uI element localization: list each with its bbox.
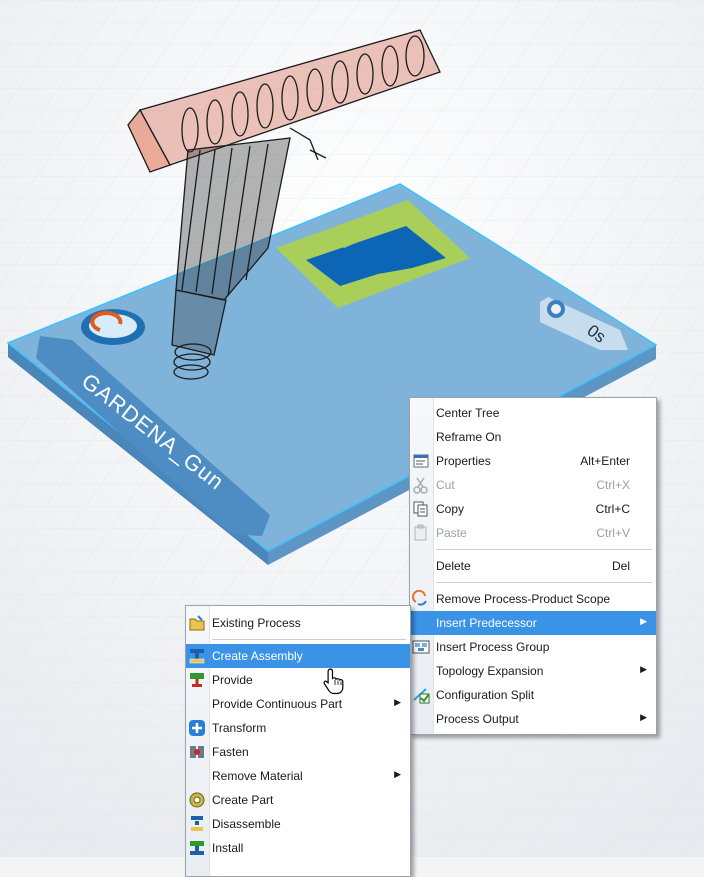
submenu-item-transform[interactable]: Transform [186,716,410,740]
menu-item-remove-process-product-scope[interactable]: Remove Process-Product Scope [410,587,656,611]
submenu-arrow-icon: ▶ [640,616,647,626]
transform-icon [188,719,206,737]
submenu-item-remove-material[interactable]: Remove Material ▶ [186,764,410,788]
submenu-arrow-icon: ▶ [394,769,401,779]
menu-item-process-output[interactable]: Process Output ▶ [410,707,656,731]
submenu-arrow-icon: ▶ [640,664,647,674]
menu-item-center-tree[interactable]: Center Tree [410,401,656,425]
submenu-item-create-assembly[interactable]: Create Assembly [186,644,410,668]
submenu-item-fasten[interactable]: Fasten [186,740,410,764]
install-icon [188,839,206,857]
menu-item-reframe-on[interactable]: Reframe On [410,425,656,449]
submenu-item-disassemble[interactable]: Disassemble [186,812,410,836]
hand-cursor-icon [323,668,344,695]
insert-predecessor-submenu: Existing Process Create Assembly Provide… [185,605,411,877]
menu-separator [436,582,652,583]
fasten-icon [188,743,206,761]
properties-icon [412,452,430,470]
menu-item-paste[interactable]: Paste Ctrl+V [410,521,656,545]
submenu-item-existing-process[interactable]: Existing Process [186,611,410,635]
existing-process-icon [188,614,206,632]
submenu-item-provide[interactable]: Provide [186,668,410,692]
menu-item-copy[interactable]: Copy Ctrl+C [410,497,656,521]
process-group-icon [412,638,430,656]
submenu-item-create-part[interactable]: Create Part [186,788,410,812]
menu-separator [436,549,652,550]
create-part-icon [188,791,206,809]
menu-item-delete[interactable]: Delete Del [410,554,656,578]
provide-icon [188,671,206,689]
submenu-item-provide-continuous-part[interactable]: Provide Continuous Part ▶ [186,692,410,716]
menu-item-cut[interactable]: Cut Ctrl+X [410,473,656,497]
menu-item-configuration-split[interactable]: Configuration Split [410,683,656,707]
submenu-item-install[interactable]: Install [186,836,410,860]
paste-icon [412,524,430,542]
menu-item-topology-expansion[interactable]: Topology Expansion ▶ [410,659,656,683]
disassemble-icon [188,815,206,833]
app-logo-icon [81,309,145,345]
remove-scope-icon [412,590,430,608]
context-menu: Center Tree Reframe On Properties Alt+En… [409,397,657,735]
menu-item-insert-process-group[interactable]: Insert Process Group [410,635,656,659]
menu-item-properties[interactable]: Properties Alt+Enter [410,449,656,473]
menu-item-insert-predecessor[interactable]: Insert Predecessor ▶ [410,611,656,635]
configuration-split-icon [412,686,430,704]
submenu-arrow-icon: ▶ [394,697,401,707]
copy-icon [412,500,430,518]
menu-separator [212,639,406,640]
submenu-arrow-icon: ▶ [640,712,647,722]
scissors-icon [412,476,430,494]
create-assembly-icon [188,647,206,665]
